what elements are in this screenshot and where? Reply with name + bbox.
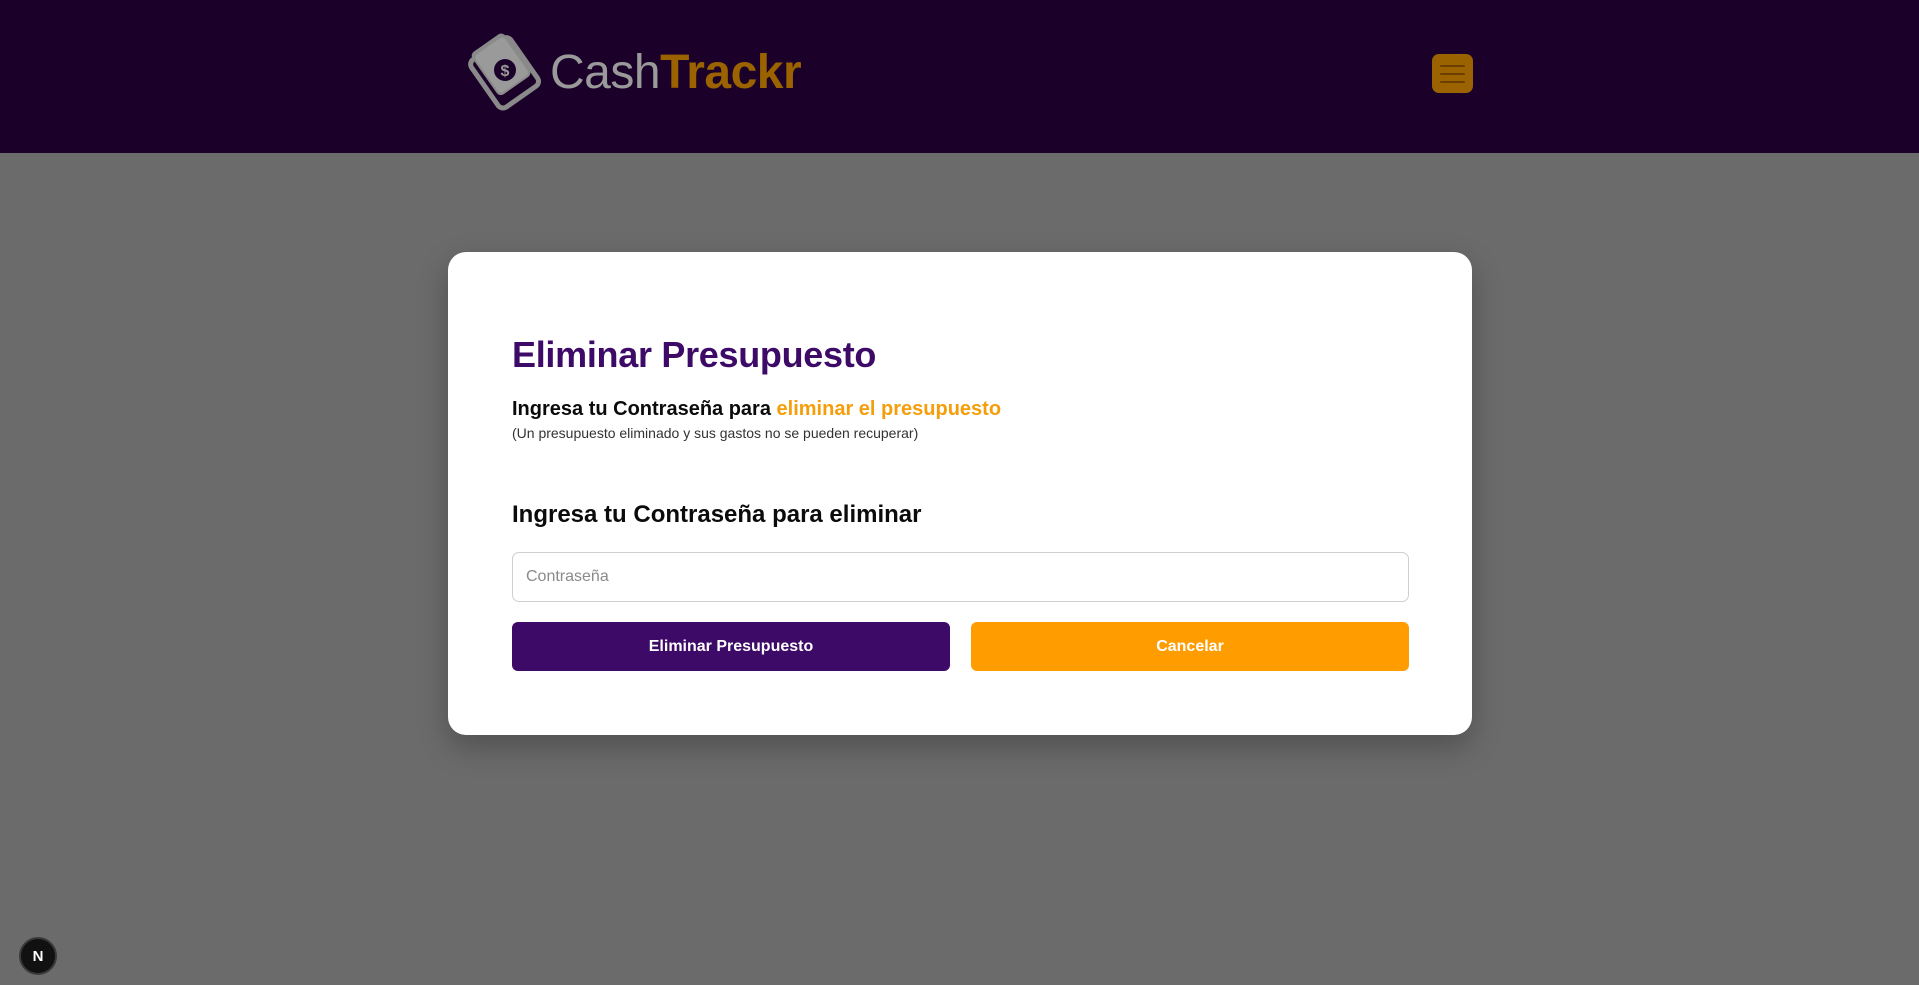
warning-note: (Un presupuesto eliminado y sus gastos n… <box>512 425 919 441</box>
nextjs-logo-icon: N <box>32 947 44 965</box>
delete-budget-modal: Eliminar Presupuesto Ingresa tu Contrase… <box>448 252 1472 735</box>
nextjs-dev-indicator[interactable]: N <box>19 937 57 975</box>
delete-budget-button[interactable]: Eliminar Presupuesto <box>512 622 950 671</box>
modal-subtitle-highlight: eliminar el presupuesto <box>776 398 1002 420</box>
modal-subtitle-prefix: Ingresa tu Contraseña para <box>512 398 777 420</box>
password-input[interactable] <box>512 552 1409 602</box>
modal-subtitle: Ingresa tu Contraseña para eliminar el p… <box>512 398 1001 421</box>
modal-title: Eliminar Presupuesto <box>512 334 877 375</box>
cancel-button[interactable]: Cancelar <box>971 622 1409 671</box>
password-field-label: Ingresa tu Contraseña para eliminar <box>512 501 922 528</box>
